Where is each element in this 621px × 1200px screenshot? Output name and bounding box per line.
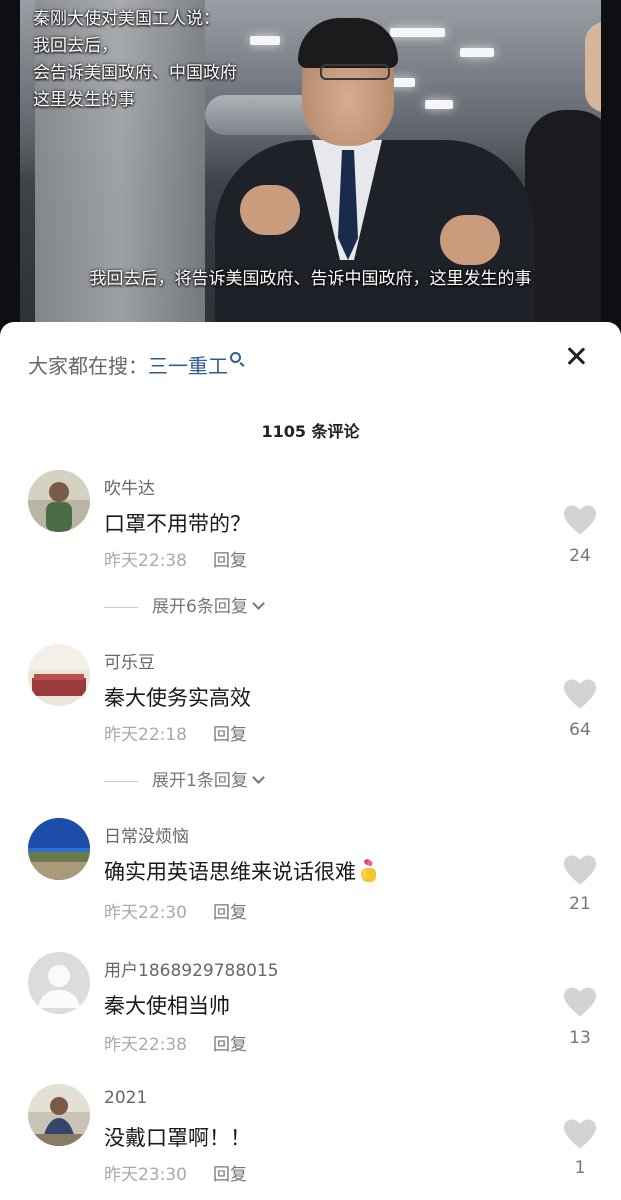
heart-icon[interactable] xyxy=(562,1118,598,1150)
reply-button[interactable]: 回复 xyxy=(213,725,247,745)
video-title-line: 秦刚大使对美国工人说： xyxy=(33,9,220,29)
heart-icon[interactable] xyxy=(562,678,598,710)
like-count: 21 xyxy=(569,894,591,914)
like-count: 13 xyxy=(569,1028,591,1048)
divider xyxy=(104,780,138,782)
comment-sheet: 大家都在搜：三一重工 1105 条评论 吹牛达 口罩不用带的？ 昨天22:38 回… xyxy=(0,322,621,1200)
comment-time: 昨天22:30 xyxy=(104,903,187,923)
video-hand xyxy=(240,185,300,235)
like-count: 24 xyxy=(569,546,591,566)
comment-text: 秦大使务实高效 xyxy=(104,686,251,710)
avatar[interactable] xyxy=(28,470,90,532)
video-title-line: 会告诉美国政府、中国政府 xyxy=(33,63,237,83)
heart-icon[interactable] xyxy=(562,504,598,536)
reply-button[interactable]: 回复 xyxy=(213,903,247,923)
comment-username[interactable]: 吹牛达 xyxy=(104,474,155,499)
video-overlay-title: 秦刚大使对美国工人说： 我回去后， 会告诉美国政府、中国政府 这里发生的事 xyxy=(33,6,237,114)
comment-username[interactable]: 日常没烦恼 xyxy=(104,822,189,847)
video-hand xyxy=(440,215,500,265)
avatar[interactable] xyxy=(28,644,90,706)
expand-replies[interactable]: 展开6条回复 xyxy=(104,592,265,617)
like-count: 1 xyxy=(574,1158,586,1178)
video-title-line: 我回去后， xyxy=(33,36,118,56)
comment-username[interactable]: 可乐豆 xyxy=(104,648,155,673)
video-side-person xyxy=(525,110,601,345)
avatar[interactable] xyxy=(28,1084,90,1146)
expand-replies-label: 展开1条回复 xyxy=(152,771,248,791)
comment-username[interactable]: 2021 xyxy=(104,1088,147,1108)
comment-time: 昨天22:18 xyxy=(104,725,187,745)
comment-time: 昨天22:38 xyxy=(104,551,187,571)
comment-meta: 昨天23:30 回复 xyxy=(104,1160,247,1185)
avatar[interactable] xyxy=(28,952,90,1014)
comment-meta: 昨天22:30 回复 xyxy=(104,898,247,923)
close-icon[interactable] xyxy=(564,344,588,368)
heart-icon[interactable] xyxy=(562,854,598,886)
comment-count: 1105 条评论 xyxy=(261,422,360,441)
expand-replies-label: 展开6条回复 xyxy=(152,597,248,617)
comment-text: 没戴口罩啊！！ xyxy=(104,1126,251,1150)
ceiling-light xyxy=(250,36,280,45)
comment-meta: 昨天22:38 回复 xyxy=(104,1030,247,1055)
video-subtitle: 我回去后，将告诉美国政府、告诉中国政府，这里发生的事 xyxy=(89,269,532,289)
comment-meta: 昨天22:18 回复 xyxy=(104,720,247,745)
comment-meta: 昨天22:38 回复 xyxy=(104,546,247,571)
reply-button[interactable]: 回复 xyxy=(213,1035,247,1055)
video-side-head xyxy=(585,22,601,112)
search-icon xyxy=(230,352,241,363)
ceiling-light xyxy=(460,48,494,57)
trending-search[interactable]: 大家都在搜：三一重工 xyxy=(28,350,241,379)
video-glasses xyxy=(320,64,390,80)
comment-text: 确实用英语思维来说话很难 xyxy=(104,856,380,886)
ceiling-light xyxy=(425,100,453,109)
reply-button[interactable]: 回复 xyxy=(213,551,247,571)
trending-search-term[interactable]: 三一重工 xyxy=(148,354,228,378)
comment-text: 秦大使相当帅 xyxy=(104,994,230,1018)
reply-button[interactable]: 回复 xyxy=(213,1165,247,1185)
avatar[interactable] xyxy=(28,818,90,880)
comment-text: 口罩不用带的？ xyxy=(104,512,251,536)
finger-heart-emoji-icon xyxy=(358,858,380,884)
comment-time: 昨天22:38 xyxy=(104,1035,187,1055)
video-title-line: 这里发生的事 xyxy=(33,90,135,110)
expand-replies[interactable]: 展开1条回复 xyxy=(104,766,265,791)
chevron-down-icon xyxy=(251,597,265,610)
like-count: 64 xyxy=(569,720,591,740)
chevron-down-icon xyxy=(251,771,265,784)
heart-icon[interactable] xyxy=(562,986,598,1018)
ceiling-light xyxy=(390,28,445,37)
trending-search-label: 大家都在搜： xyxy=(28,354,148,378)
comment-text-body: 确实用英语思维来说话很难 xyxy=(104,860,356,884)
divider xyxy=(104,606,138,608)
video-player[interactable]: 秦刚大使对美国工人说： 我回去后， 会告诉美国政府、中国政府 这里发生的事 我回… xyxy=(0,0,621,345)
comment-username[interactable]: 用户1868929788015 xyxy=(104,956,279,981)
comment-time: 昨天23:30 xyxy=(104,1165,187,1185)
